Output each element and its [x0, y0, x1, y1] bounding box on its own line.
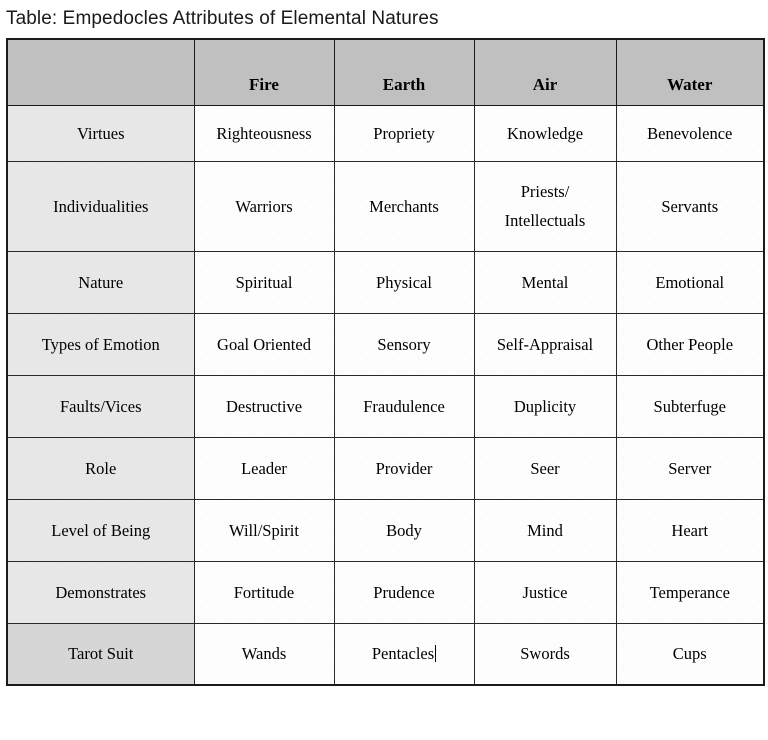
cell-level-of-being-earth[interactable]: Body [333, 498, 475, 562]
empedocles-attributes-table: Fire Earth Air Water Virtues Righteousne… [6, 38, 765, 686]
cell-text: Pentacles [371, 644, 435, 664]
cell-demonstrates-earth[interactable]: Prudence [333, 560, 475, 624]
page-title: Table: Empedocles Attributes of Elementa… [6, 8, 439, 29]
table-container: Fire Earth Air Water Virtues Righteousne… [0, 30, 768, 686]
cell-faults-vices-fire[interactable]: Destructive [193, 374, 335, 438]
table-body: Virtues Righteousness Propriety Knowledg… [6, 104, 765, 686]
cell-role-air[interactable]: Seer [473, 436, 617, 500]
cell-text-wrapper: Pentacles [371, 643, 437, 664]
cell-individualities-air[interactable]: Priests/ Intellectuals [473, 160, 617, 252]
cell-faults-vices-air[interactable]: Duplicity [473, 374, 617, 438]
row-label-demonstrates[interactable]: Demonstrates [6, 560, 195, 624]
cell-role-earth[interactable]: Provider [333, 436, 475, 500]
row-label-types-of-emotion[interactable]: Types of Emotion [6, 312, 195, 376]
row-label-individualities[interactable]: Individualities [6, 160, 195, 252]
cell-tarot-suit-water[interactable]: Cups [615, 622, 765, 686]
row-label-virtues[interactable]: Virtues [6, 104, 195, 162]
cell-role-fire[interactable]: Leader [193, 436, 335, 500]
cell-individualities-fire[interactable]: Warriors [193, 160, 335, 252]
row-label-role[interactable]: Role [6, 436, 195, 500]
cell-virtues-water[interactable]: Benevolence [615, 104, 765, 162]
cell-nature-water[interactable]: Emotional [615, 250, 765, 314]
cell-nature-fire[interactable]: Spiritual [193, 250, 335, 314]
cell-faults-vices-water[interactable]: Subterfuge [615, 374, 765, 438]
cell-role-water[interactable]: Server [615, 436, 765, 500]
row-label-level-of-being[interactable]: Level of Being [6, 498, 195, 562]
cell-line-1: Priests/ [520, 182, 570, 201]
row-label-tarot-suit[interactable]: Tarot Suit [6, 622, 195, 686]
table-row: Demonstrates Fortitude Prudence Justice … [6, 560, 765, 624]
cell-demonstrates-air[interactable]: Justice [473, 560, 617, 624]
table-row: Faults/Vices Destructive Fraudulence Dup… [6, 374, 765, 438]
cell-virtues-air[interactable]: Knowledge [473, 104, 617, 162]
cell-types-of-emotion-earth[interactable]: Sensory [333, 312, 475, 376]
header-corner-cell [6, 38, 195, 106]
column-header-water[interactable]: Water [615, 38, 765, 106]
cell-nature-air[interactable]: Mental [473, 250, 617, 314]
cell-demonstrates-fire[interactable]: Fortitude [193, 560, 335, 624]
table-row: Tarot Suit Wands Pentacles Swords Cups [6, 622, 765, 686]
cell-virtues-earth[interactable]: Propriety [333, 104, 475, 162]
cell-level-of-being-fire[interactable]: Will/Spirit [193, 498, 335, 562]
table-row: Individualities Warriors Merchants Pries… [6, 160, 765, 252]
row-label-faults-vices[interactable]: Faults/Vices [6, 374, 195, 438]
cell-tarot-suit-fire[interactable]: Wands [193, 622, 335, 686]
cell-types-of-emotion-water[interactable]: Other People [615, 312, 765, 376]
cell-demonstrates-water[interactable]: Temperance [615, 560, 765, 624]
table-row: Level of Being Will/Spirit Body Mind Hea… [6, 498, 765, 562]
column-header-air[interactable]: Air [473, 38, 617, 106]
cell-nature-earth[interactable]: Physical [333, 250, 475, 314]
cell-individualities-earth[interactable]: Merchants [333, 160, 475, 252]
row-label-nature[interactable]: Nature [6, 250, 195, 314]
cell-tarot-suit-air[interactable]: Swords [473, 622, 617, 686]
cell-types-of-emotion-fire[interactable]: Goal Oriented [193, 312, 335, 376]
table-row: Nature Spiritual Physical Mental Emotion… [6, 250, 765, 314]
table-header-row: Fire Earth Air Water [6, 38, 765, 106]
cell-faults-vices-earth[interactable]: Fraudulence [333, 374, 475, 438]
column-header-fire[interactable]: Fire [193, 38, 335, 106]
cell-level-of-being-water[interactable]: Heart [615, 498, 765, 562]
cell-text-wrapper: Priests/ Intellectuals [479, 177, 612, 235]
cell-line-2: Intellectuals [504, 211, 586, 230]
column-header-earth[interactable]: Earth [333, 38, 475, 106]
table-row: Role Leader Provider Seer Server [6, 436, 765, 500]
text-caret [435, 645, 437, 663]
cell-level-of-being-air[interactable]: Mind [473, 498, 617, 562]
table-row: Virtues Righteousness Propriety Knowledg… [6, 104, 765, 162]
cell-tarot-suit-earth[interactable]: Pentacles [333, 622, 475, 686]
cell-individualities-water[interactable]: Servants [615, 160, 765, 252]
cell-virtues-fire[interactable]: Righteousness [193, 104, 335, 162]
table-row: Types of Emotion Goal Oriented Sensory S… [6, 312, 765, 376]
cell-types-of-emotion-air[interactable]: Self-Appraisal [473, 312, 617, 376]
